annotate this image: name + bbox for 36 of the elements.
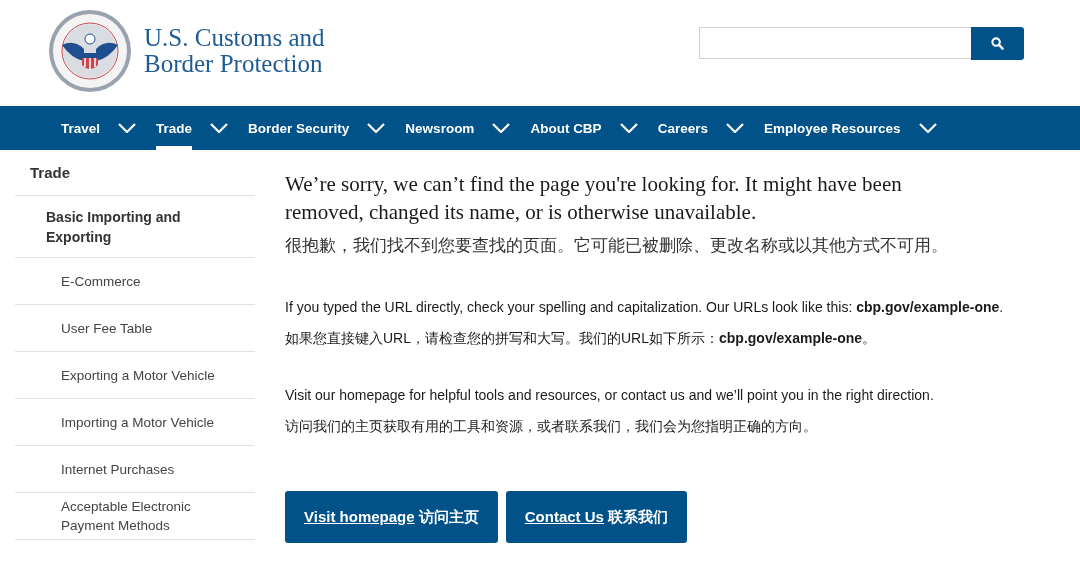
help-text: Visit our homepage for helpful tools and resources, or contact us and we’ll point you in the right direction. — [285, 386, 935, 405]
chevron-down-icon[interactable] — [918, 123, 937, 133]
nav-tab[interactable]: Trade — [156, 106, 193, 150]
sidebar-heading[interactable]: Trade — [15, 150, 255, 196]
link-button[interactable]: Contact Us 联系我们 — [505, 491, 688, 543]
nav-tab[interactable]: Newsroom — [405, 106, 475, 150]
link-button[interactable]: Visit homepage 访问主页 — [285, 491, 498, 543]
help-text: If you typed the URL directly, check your spelling and capitalization. Our URLs look like this: cbp.gov/example-one. — [285, 298, 1005, 317]
sidebar-item[interactable]: E-Commerce — [15, 258, 255, 305]
search-icon — [991, 36, 1004, 50]
chevron-down-icon[interactable] — [725, 123, 744, 133]
search-button[interactable] — [971, 26, 1024, 60]
seal-drawing[interactable] — [48, 9, 132, 93]
help-text: 如果您直接键入URL，请检查您的拼写和大写。我们的URL如下所示：cbp.gov/example-one。 — [285, 329, 878, 348]
sidebar-item[interactable]: Acceptable Electronic Payment Methods — [15, 493, 255, 540]
sidebar-item[interactable]: Internet Purchases — [15, 446, 255, 493]
nav-tab[interactable]: Travel — [61, 106, 101, 150]
sidebar-item[interactable]: Exporting a Motor Vehicle — [15, 352, 255, 399]
chevron-down-icon[interactable] — [492, 123, 511, 133]
help-text: 访问我们的主页获取有用的工具和资源，或者联系我们，我们会为您指明正确的方向。 — [285, 417, 818, 436]
search-field[interactable] — [699, 26, 971, 59]
error-heading: We’re sorry, we can’t find the page you're looking for. It might have been removed, changed its name, or is otherwise unavailable. — [285, 171, 903, 226]
nav-tab[interactable]: Employee Resources — [763, 106, 901, 150]
chevron-down-icon[interactable] — [619, 123, 638, 133]
nav-tab[interactable]: About CBP — [530, 106, 602, 150]
chevron-down-icon[interactable] — [210, 123, 229, 133]
chevron-down-icon[interactable] — [367, 123, 386, 133]
agency-name: U.S. Customs and — [144, 25, 325, 51]
agency-name: Border Protection — [144, 51, 324, 77]
chevron-down-icon[interactable] — [118, 123, 137, 133]
nav-tab[interactable]: Border Security — [248, 106, 350, 150]
sidebar-item[interactable]: Basic Importing and Exporting — [15, 196, 255, 258]
nav-tab[interactable]: Careers — [657, 106, 708, 150]
sidebar-item[interactable]: User Fee Table — [15, 305, 255, 352]
error-heading-chinese: 很抱歉，我们找不到您要查找的页面。它可能已被删除、更改名称或以其他方式不可用。 — [285, 235, 949, 257]
sidebar-item[interactable]: Importing a Motor Vehicle — [15, 399, 255, 446]
